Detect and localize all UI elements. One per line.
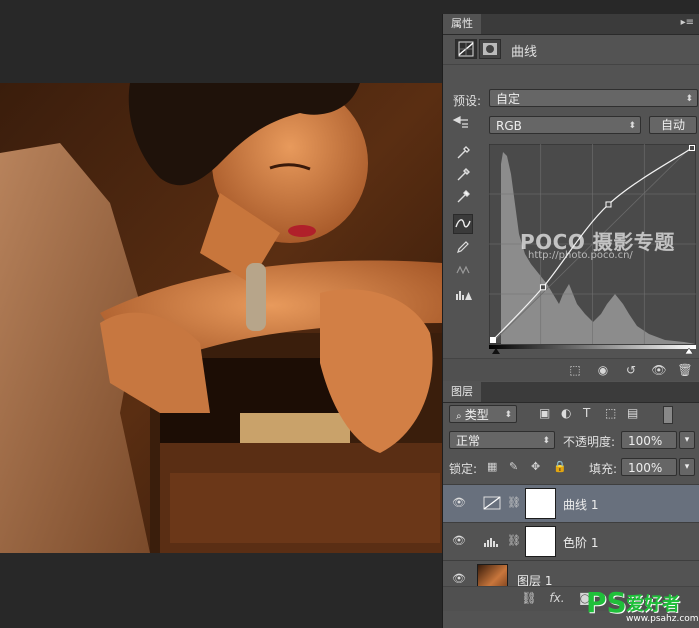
fill-input[interactable]: 100%: [621, 458, 677, 476]
chain-link-icon[interactable]: ⛓: [507, 496, 521, 509]
chevron-updown-icon: ⬍: [628, 121, 636, 131]
layer-name[interactable]: 曲线 1: [563, 496, 598, 513]
panel-menu-icon[interactable]: ▸≡: [681, 17, 694, 28]
search-icon: ⌕: [456, 411, 465, 422]
visibility-eye-icon[interactable]: 👁: [451, 495, 467, 511]
preset-dropdown[interactable]: 自定 ⬍: [489, 89, 698, 107]
chevron-updown-icon: ⬍: [542, 436, 550, 446]
curve-control-point[interactable]: [490, 337, 496, 343]
panel-title: 曲线: [511, 45, 538, 60]
pixel-filter-icon[interactable]: ▣: [539, 406, 550, 420]
blend-mode-dropdown[interactable]: 正常 ⬍: [449, 431, 555, 449]
adjustment-filter-icon[interactable]: ◐: [561, 406, 571, 420]
chevron-updown-icon: ⬍: [685, 94, 693, 104]
eyedropper-white-icon[interactable]: [453, 189, 473, 209]
channel-value: RGB: [496, 119, 522, 133]
layer-name[interactable]: 色阶 1: [563, 534, 598, 551]
smooth-icon[interactable]: [453, 262, 473, 282]
properties-header: 曲线: [443, 34, 699, 65]
ps-watermark: PS 爱好者 www.psahz.com: [586, 586, 699, 626]
layer-mask-icon[interactable]: [479, 39, 501, 59]
type-filter-icon[interactable]: T: [583, 406, 590, 420]
photo-image: [0, 83, 442, 553]
lock-image-icon[interactable]: ✎: [509, 460, 518, 473]
preset-label: 预设:: [453, 94, 482, 108]
tab-layers[interactable]: 图层: [443, 382, 481, 402]
fill-chevron-icon[interactable]: ▾: [679, 458, 695, 476]
curve-control-point[interactable]: [689, 145, 695, 151]
curve-control-point[interactable]: [539, 284, 546, 291]
visibility-eye-icon[interactable]: 👁: [451, 571, 467, 587]
lock-transparent-icon[interactable]: ▦: [487, 460, 497, 473]
clip-to-layer-icon[interactable]: ⬚: [567, 362, 583, 378]
layer-row-levels[interactable]: 👁 ⛓ 色阶 1: [443, 522, 699, 560]
lock-icons: ▦ ✎ ✥ 🔒: [485, 460, 575, 476]
document-canvas[interactable]: [0, 83, 442, 553]
eyedropper-black-icon[interactable]: [453, 145, 473, 165]
eyedropper-gray-icon[interactable]: [453, 167, 473, 187]
fill-value: 100%: [628, 461, 663, 475]
curves-layer-icon: [483, 496, 501, 510]
pencil-icon[interactable]: [453, 239, 473, 259]
opacity-label: 不透明度:: [563, 435, 616, 449]
layer-row-curves[interactable]: 👁 ⛓ 曲线 1: [443, 484, 699, 522]
lock-position-icon[interactable]: ✥: [531, 460, 540, 473]
shape-filter-icon[interactable]: ⬚: [605, 406, 616, 420]
preset-value: 自定: [496, 92, 521, 106]
panel-dock: 属性 ▸≡ 曲线 预设: 自定 ⬍ RGB ⬍ 自动 ⬚ ◉ ↺ 👁 🗑 图层 …: [442, 14, 699, 628]
fx-icon[interactable]: fx.: [549, 590, 565, 606]
reset-icon[interactable]: ↺: [623, 362, 639, 378]
filter-kind-value: 类型: [464, 408, 489, 422]
clipping-warning-icon[interactable]: [453, 286, 473, 306]
tab-properties[interactable]: 属性: [443, 14, 481, 34]
delete-icon[interactable]: 🗑: [677, 362, 693, 378]
fill-label: 填充:: [589, 462, 618, 476]
chevron-updown-icon: ⬍: [504, 410, 512, 420]
levels-layer-icon: [483, 534, 501, 548]
auto-button[interactable]: 自动: [649, 116, 697, 134]
opacity-input[interactable]: 100%: [621, 431, 677, 449]
layer-filter-icons: ▣ ◐ T ⬚ ▤: [539, 406, 699, 424]
view-previous-icon[interactable]: ◉: [595, 362, 611, 378]
layer-filter-dropdown[interactable]: ⌕ 类型 ⬍: [449, 405, 517, 423]
mask-thumbnail[interactable]: [525, 488, 556, 519]
curve-control-point[interactable]: [605, 201, 612, 208]
visibility-icon[interactable]: 👁: [651, 362, 667, 378]
curves-adjustment-icon[interactable]: [455, 39, 477, 59]
ps-url: www.psahz.com: [626, 614, 699, 624]
layers-tabbar: 图层: [443, 382, 699, 403]
mask-thumbnail[interactable]: [525, 526, 556, 557]
ps-text: 爱好者: [626, 594, 680, 615]
opacity-value: 100%: [628, 434, 663, 448]
properties-tabbar: 属性 ▸≡: [443, 14, 699, 35]
lock-all-icon[interactable]: 🔒: [553, 460, 567, 473]
curve-point-tool-icon[interactable]: [453, 214, 473, 234]
channel-dropdown[interactable]: RGB ⬍: [489, 116, 641, 134]
ps-logo: PS: [586, 586, 627, 619]
smart-object-filter-icon[interactable]: ▤: [627, 406, 638, 420]
blend-mode-value: 正常: [456, 434, 481, 448]
lock-label: 锁定:: [449, 462, 478, 476]
chain-link-icon[interactable]: ⛓: [507, 534, 521, 547]
link-layers-icon[interactable]: ⛓: [521, 590, 537, 606]
opacity-chevron-icon[interactable]: ▾: [679, 431, 695, 449]
poco-watermark-url: http://photo.poco.cn/: [528, 250, 633, 261]
filter-toggle[interactable]: [663, 406, 673, 424]
properties-footer: ⬚ ◉ ↺ 👁 🗑: [443, 358, 699, 381]
visibility-eye-icon[interactable]: 👁: [451, 533, 467, 549]
target-adjust-icon[interactable]: [451, 114, 471, 134]
